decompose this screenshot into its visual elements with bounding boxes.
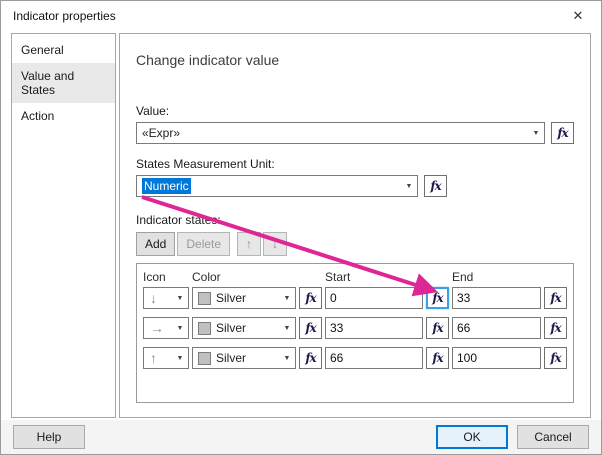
fx-icon: fx (550, 321, 561, 335)
end-expression-button[interactable]: fx (544, 287, 567, 309)
unit-dropdown[interactable]: Numeric ▼ (136, 175, 418, 197)
value-dropdown-text: «Expr» (142, 126, 181, 140)
color-dropdown-text: Silver (216, 351, 247, 365)
chevron-down-icon[interactable]: ▼ (172, 355, 188, 362)
indicator-states-table: Icon Color Start End ↓ ▼ Silver ▼ fx 0 f… (136, 263, 574, 403)
icon-dropdown[interactable]: ↓ ▼ (143, 287, 189, 309)
chevron-down-icon[interactable]: ▼ (528, 130, 544, 137)
fx-icon: fx (305, 351, 316, 365)
fx-icon: fx (550, 291, 561, 305)
table-row: ↑ ▼ Silver ▼ fx fx (143, 347, 567, 369)
fx-icon: fx (432, 351, 443, 365)
end-expression-button[interactable]: fx (544, 347, 567, 369)
table-header-row: Icon Color Start End (143, 270, 567, 284)
value-expression-button[interactable]: fx (551, 122, 574, 144)
chevron-down-icon[interactable]: ▼ (172, 325, 188, 332)
color-expression-button[interactable]: fx (299, 287, 322, 309)
main-panel: Change indicator value Value: «Expr» ▼ f… (119, 33, 591, 418)
column-header-end: End (452, 270, 474, 284)
start-input[interactable] (325, 347, 423, 369)
sidebar-item-action[interactable]: Action (12, 103, 115, 129)
color-dropdown-text: Silver (216, 291, 247, 305)
unit-dropdown-text: Numeric (142, 178, 191, 194)
fx-icon: fx (432, 321, 443, 335)
chevron-down-icon[interactable]: ▼ (401, 183, 417, 190)
color-dropdown[interactable]: Silver ▼ (192, 287, 296, 309)
up-arrow-icon: ↑ (150, 350, 157, 366)
unit-label: States Measurement Unit: (136, 157, 275, 171)
color-dropdown-text: Silver (216, 321, 247, 335)
end-input[interactable] (452, 317, 541, 339)
dialog-title: Indicator properties (13, 9, 116, 23)
column-header-start: Start (325, 270, 351, 284)
down-arrow-icon: ↓ (272, 237, 279, 251)
indicator-properties-dialog: Indicator properties ✕ General Value and… (0, 0, 602, 455)
sidebar-item-general[interactable]: General (12, 37, 115, 63)
fx-icon: fx (432, 291, 443, 305)
icon-dropdown[interactable]: ↑ ▼ (143, 347, 189, 369)
chevron-down-icon[interactable]: ▼ (172, 295, 188, 302)
sidebar-item-value-and-states[interactable]: Value and States (12, 63, 115, 103)
value-dropdown[interactable]: «Expr» ▼ (136, 122, 545, 144)
icon-dropdown[interactable]: → ▼ (143, 317, 189, 339)
start-expression-button[interactable]: fx (426, 317, 449, 339)
fx-icon: fx (305, 321, 316, 335)
color-dropdown[interactable]: Silver ▼ (192, 317, 296, 339)
table-row: → ▼ Silver ▼ fx fx (143, 317, 567, 339)
color-swatch (198, 291, 211, 305)
chevron-down-icon[interactable]: ▼ (279, 355, 295, 362)
add-button[interactable]: Add (136, 232, 176, 256)
indicator-states-label: Indicator states: (136, 213, 221, 227)
color-dropdown[interactable]: Silver ▼ (192, 347, 296, 369)
end-input[interactable] (452, 347, 541, 369)
dialog-footer: Help OK Cancel (1, 420, 601, 454)
move-down-button[interactable]: ↓ (263, 232, 288, 256)
page-title: Change indicator value (136, 52, 280, 68)
value-label: Value: (136, 104, 170, 118)
states-toolbar: Add Delete ↑ ↓ (136, 232, 574, 256)
cancel-button[interactable]: Cancel (517, 425, 589, 449)
fx-icon: fx (557, 126, 568, 140)
end-expression-button[interactable]: fx (544, 317, 567, 339)
start-input[interactable] (325, 287, 423, 309)
up-arrow-icon: ↑ (246, 237, 253, 251)
help-button[interactable]: Help (13, 425, 85, 449)
down-arrow-icon: ↓ (150, 290, 157, 306)
ok-button[interactable]: OK (436, 425, 508, 449)
delete-button[interactable]: Delete (177, 232, 231, 256)
fx-icon: fx (430, 179, 441, 193)
color-expression-button[interactable]: fx (299, 347, 322, 369)
titlebar: Indicator properties ✕ (1, 1, 601, 31)
chevron-down-icon[interactable]: ▼ (279, 325, 295, 332)
column-header-icon: Icon (143, 270, 166, 284)
close-icon[interactable]: ✕ (567, 5, 589, 27)
dialog-content: General Value and States Action Change i… (11, 33, 591, 418)
move-up-button[interactable]: ↑ (237, 232, 262, 256)
sidebar: General Value and States Action (11, 33, 116, 418)
color-swatch (198, 321, 211, 335)
start-input[interactable] (325, 317, 423, 339)
color-swatch (198, 351, 211, 365)
fx-icon: fx (305, 291, 316, 305)
unit-expression-button[interactable]: fx (424, 175, 447, 197)
column-header-color: Color (192, 270, 221, 284)
end-input[interactable] (452, 287, 541, 309)
table-row: ↓ ▼ Silver ▼ fx fx (143, 287, 567, 309)
color-expression-button[interactable]: fx (299, 317, 322, 339)
fx-icon: fx (550, 351, 561, 365)
start-expression-button[interactable]: fx (426, 287, 449, 309)
start-expression-button[interactable]: fx (426, 347, 449, 369)
right-arrow-icon: → (150, 320, 164, 336)
chevron-down-icon[interactable]: ▼ (279, 295, 295, 302)
